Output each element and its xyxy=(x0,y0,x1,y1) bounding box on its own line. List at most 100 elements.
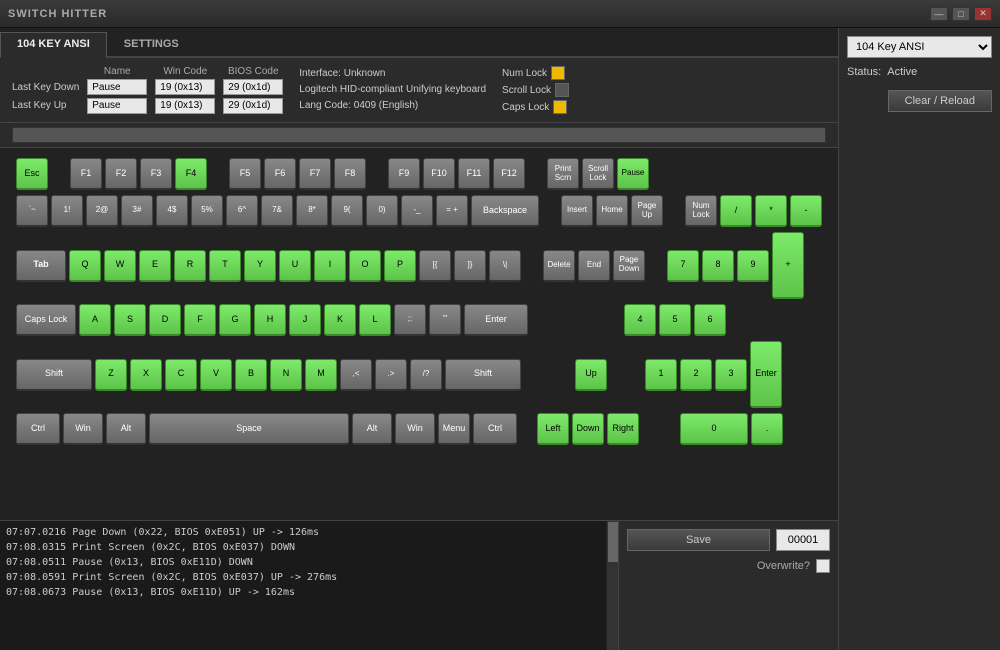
key-x[interactable]: X xyxy=(130,359,162,391)
key-num-plus[interactable]: + xyxy=(772,232,804,299)
last-key-up-win[interactable] xyxy=(155,98,215,114)
key-space[interactable]: Space xyxy=(149,413,349,445)
key-numlock[interactable]: NumLock xyxy=(685,195,717,227)
key-num-slash[interactable]: / xyxy=(720,195,752,227)
key-f2[interactable]: F2 xyxy=(105,158,137,190)
key-6[interactable]: 6^ xyxy=(226,195,258,227)
key-num0[interactable]: 0 xyxy=(680,413,748,445)
key-tab[interactable]: Tab xyxy=(16,250,66,282)
key-alt-right[interactable]: Alt xyxy=(352,413,392,445)
key-backspace[interactable]: Backspace xyxy=(471,195,539,227)
save-button[interactable]: Save xyxy=(627,529,770,551)
key-n[interactable]: N xyxy=(270,359,302,391)
key-num-minus[interactable]: - xyxy=(790,195,822,227)
key-num2[interactable]: 2 xyxy=(680,359,712,391)
key-period[interactable]: .> xyxy=(375,359,407,391)
key-7[interactable]: 7& xyxy=(261,195,293,227)
key-num4[interactable]: 4 xyxy=(624,304,656,336)
scrollbar-thumb[interactable] xyxy=(608,522,618,562)
key-left[interactable]: Left xyxy=(537,413,569,445)
key-num5[interactable]: 5 xyxy=(659,304,691,336)
log-scrollbar[interactable] xyxy=(606,521,618,650)
keyboard-select[interactable]: 104 Key ANSI xyxy=(847,36,992,58)
key-o[interactable]: O xyxy=(349,250,381,282)
key-k[interactable]: K xyxy=(324,304,356,336)
key-equals[interactable]: = + xyxy=(436,195,468,227)
key-m[interactable]: M xyxy=(305,359,337,391)
key-a[interactable]: A xyxy=(79,304,111,336)
key-e[interactable]: E xyxy=(139,250,171,282)
key-i[interactable]: I xyxy=(314,250,346,282)
key-u[interactable]: U xyxy=(279,250,311,282)
save-number-input[interactable] xyxy=(776,529,830,551)
key-f1[interactable]: F1 xyxy=(70,158,102,190)
key-pause[interactable]: Pause xyxy=(617,158,649,190)
key-prtscr[interactable]: PrintScrn xyxy=(547,158,579,190)
key-ctrl-right[interactable]: Ctrl xyxy=(473,413,517,445)
key-h[interactable]: H xyxy=(254,304,286,336)
key-backslash[interactable]: \| xyxy=(489,250,521,282)
key-slash[interactable]: /? xyxy=(410,359,442,391)
key-esc[interactable]: Esc xyxy=(16,158,48,190)
key-backtick[interactable]: `~ xyxy=(16,195,48,227)
key-num8[interactable]: 8 xyxy=(702,250,734,282)
key-w[interactable]: W xyxy=(104,250,136,282)
key-alt-left[interactable]: Alt xyxy=(106,413,146,445)
key-f9[interactable]: F9 xyxy=(388,158,420,190)
key-f11[interactable]: F11 xyxy=(458,158,490,190)
tab-settings[interactable]: SETTINGS xyxy=(107,32,196,56)
key-scroll[interactable]: ScrollLock xyxy=(582,158,614,190)
key-f[interactable]: F xyxy=(184,304,216,336)
key-c[interactable]: C xyxy=(165,359,197,391)
key-num-dot[interactable]: . xyxy=(751,413,783,445)
key-shift-left[interactable]: Shift xyxy=(16,359,92,391)
key-5[interactable]: 5% xyxy=(191,195,223,227)
key-delete[interactable]: Delete xyxy=(543,250,575,282)
key-end[interactable]: End xyxy=(578,250,610,282)
key-f8[interactable]: F8 xyxy=(334,158,366,190)
key-num-enter[interactable]: Enter xyxy=(750,341,782,408)
key-f6[interactable]: F6 xyxy=(264,158,296,190)
last-key-up-name[interactable] xyxy=(87,98,147,114)
key-y[interactable]: Y xyxy=(244,250,276,282)
key-f5[interactable]: F5 xyxy=(229,158,261,190)
key-p[interactable]: P xyxy=(384,250,416,282)
key-4[interactable]: 4$ xyxy=(156,195,188,227)
key-rbracket[interactable]: ]} xyxy=(454,250,486,282)
key-num9[interactable]: 9 xyxy=(737,250,769,282)
key-num6[interactable]: 6 xyxy=(694,304,726,336)
key-9[interactable]: 9( xyxy=(331,195,363,227)
key-f12[interactable]: F12 xyxy=(493,158,525,190)
key-win-left[interactable]: Win xyxy=(63,413,103,445)
key-b[interactable]: B xyxy=(235,359,267,391)
key-8[interactable]: 8* xyxy=(296,195,328,227)
key-1[interactable]: 1! xyxy=(51,195,83,227)
key-num7[interactable]: 7 xyxy=(667,250,699,282)
key-d[interactable]: D xyxy=(149,304,181,336)
key-win-right[interactable]: Win xyxy=(395,413,435,445)
key-pagedown[interactable]: PageDown xyxy=(613,250,645,282)
key-f4[interactable]: F4 xyxy=(175,158,207,190)
last-key-down-win[interactable] xyxy=(155,79,215,95)
key-3[interactable]: 3# xyxy=(121,195,153,227)
last-key-down-name[interactable] xyxy=(87,79,147,95)
key-pageup[interactable]: PageUp xyxy=(631,195,663,227)
key-q[interactable]: Q xyxy=(69,250,101,282)
key-menu[interactable]: Menu xyxy=(438,413,470,445)
key-lbracket[interactable]: [{ xyxy=(419,250,451,282)
key-l[interactable]: L xyxy=(359,304,391,336)
key-enter[interactable]: Enter xyxy=(464,304,528,336)
key-semicolon[interactable]: ;: xyxy=(394,304,426,336)
key-2[interactable]: 2@ xyxy=(86,195,118,227)
last-key-up-bios[interactable] xyxy=(223,98,283,114)
key-minus[interactable]: -_ xyxy=(401,195,433,227)
key-home[interactable]: Home xyxy=(596,195,628,227)
key-z[interactable]: Z xyxy=(95,359,127,391)
key-up[interactable]: Up xyxy=(575,359,607,391)
close-button[interactable]: ✕ xyxy=(974,7,992,21)
key-insert[interactable]: Insert xyxy=(561,195,593,227)
key-s[interactable]: S xyxy=(114,304,146,336)
key-f7[interactable]: F7 xyxy=(299,158,331,190)
key-comma[interactable]: ,< xyxy=(340,359,372,391)
key-ctrl-left[interactable]: Ctrl xyxy=(16,413,60,445)
